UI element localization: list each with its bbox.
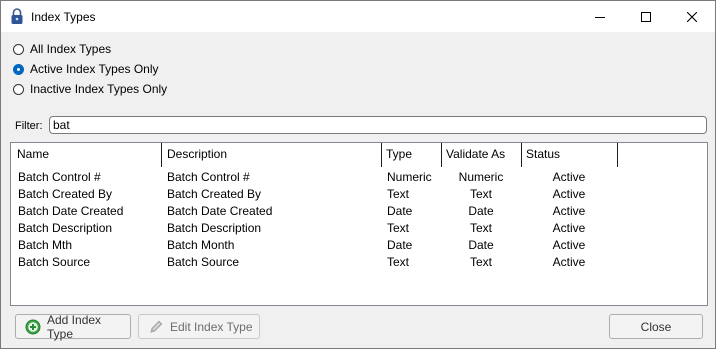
cell-name: Batch Created By [18,187,113,201]
minimize-button[interactable] [577,1,623,32]
radio-label: Inactive Index Types Only [30,82,168,96]
column-header-status[interactable]: Status [520,143,618,167]
cell-status: Active [552,255,586,269]
table-row[interactable]: Batch Description Batch Description Text… [11,220,707,237]
table-row[interactable]: Batch Date Created Batch Date Created Da… [11,203,707,220]
radio-inactive-index-types[interactable]: Inactive Index Types Only [13,81,167,97]
radio-button[interactable] [13,83,24,95]
cell-validate-as: Date [468,204,494,218]
cell-name: Batch Source [18,255,91,269]
cell-type: Text [387,221,410,235]
column-header-type[interactable]: Type [380,143,440,167]
plus-circle-icon [25,319,41,335]
cell-status: Active [552,187,586,201]
radio-all-index-types[interactable]: All Index Types [13,41,111,57]
cell-description: Batch Source [167,255,240,269]
column-header-name[interactable]: Name [11,143,161,167]
cell-validate-as: Numeric [458,170,504,184]
table-row[interactable]: Batch Created By Batch Created By Text T… [11,186,707,203]
maximize-button[interactable] [623,1,669,32]
add-index-type-button[interactable]: Add Index Type [15,312,131,341]
cell-name: Batch Description [18,221,113,235]
column-header-description[interactable]: Description [161,143,381,167]
pencil-icon [148,319,164,335]
edit-index-type-label: Edit Index Type [170,319,253,334]
table-row[interactable]: Batch Control # Batch Control # Numeric … [11,169,707,186]
cell-status: Active [552,221,586,235]
table-row[interactable]: Batch Mth Batch Month Date Date Active [11,237,707,254]
close-button-label: Close [640,319,672,334]
radio-button[interactable] [13,43,24,55]
radio-label: Active Index Types Only [30,62,159,76]
close-window-button[interactable] [669,1,715,32]
cell-description: Batch Created By [167,187,262,201]
filter-label: Filter: [15,120,43,132]
cell-description: Batch Month [167,238,235,252]
cell-status: Active [552,204,586,218]
cell-validate-as: Text [469,221,492,235]
close-button[interactable]: Close [609,314,703,339]
cell-type: Date [387,238,413,252]
close-icon [687,11,697,22]
padlock-icon [11,8,23,24]
column-header-validate-as[interactable]: Validate As [440,143,520,167]
cell-validate-as: Text [469,187,492,201]
maximize-icon [641,11,651,22]
cell-name: Batch Mth [18,238,73,252]
cell-name: Batch Control # [18,170,101,184]
minimize-icon [595,16,605,18]
title-bar: Index Types [1,1,715,32]
cell-status: Active [552,238,586,252]
cell-description: Batch Date Created [167,204,273,218]
radio-active-index-types[interactable]: Active Index Types Only [13,61,159,77]
cell-type: Text [387,187,410,201]
list-header: Name Description Type Validate As Status [11,143,707,167]
cell-type: Text [387,255,410,269]
cell-validate-as: Text [469,255,492,269]
window-title: Index Types [31,10,96,24]
index-types-dialog: Index Types All Index Types Active Index… [0,0,716,349]
cell-type: Numeric [387,170,432,184]
table-row[interactable]: Batch Source Batch Source Text Text Acti… [11,254,707,271]
filter-input[interactable] [49,116,707,134]
column-divider[interactable] [617,143,618,167]
radio-button-selected[interactable] [13,63,24,75]
cell-type: Date [387,204,413,218]
cell-name: Batch Date Created [18,204,124,218]
add-index-type-label: Add Index Type [47,312,102,341]
cell-status: Active [552,170,586,184]
cell-description: Batch Description [167,221,262,235]
edit-index-type-button[interactable]: Edit Index Type [138,314,260,339]
cell-description: Batch Control # [167,170,250,184]
cell-validate-as: Date [468,238,494,252]
index-types-list[interactable]: Name Description Type Validate As Status… [10,142,708,306]
radio-label: All Index Types [30,42,112,56]
